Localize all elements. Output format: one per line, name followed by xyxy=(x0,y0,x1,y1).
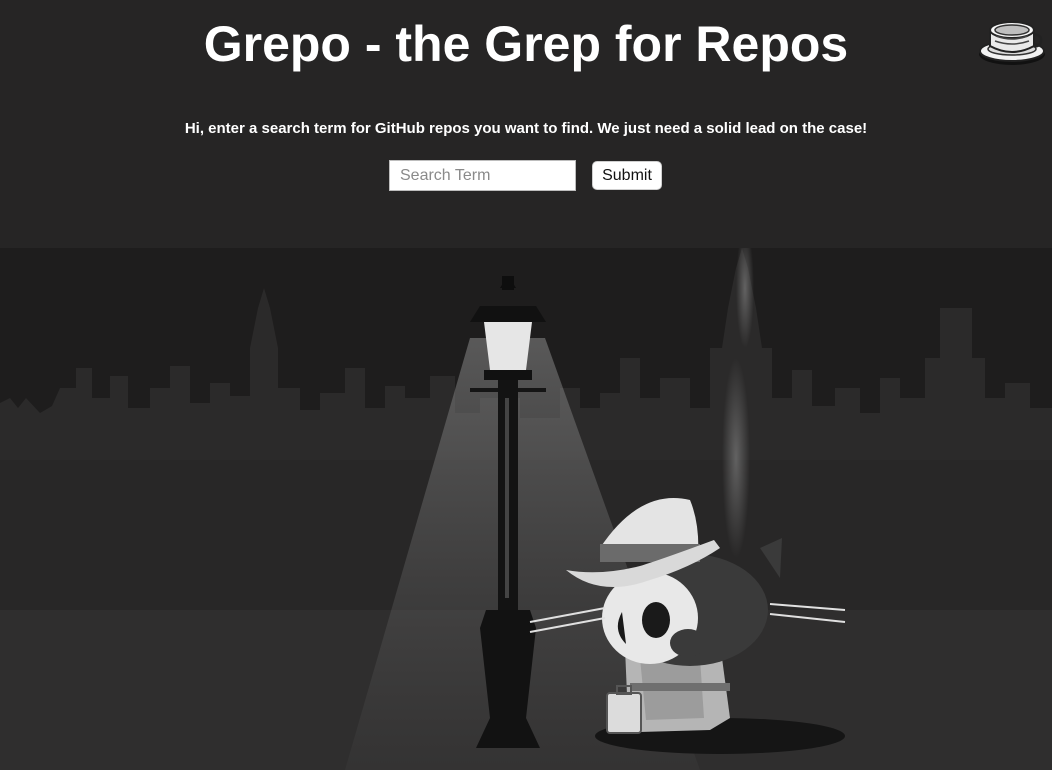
detective-octocat-illustration xyxy=(0,248,1052,770)
header: Grepo - the Grep for Repos Hi, enter a s… xyxy=(0,0,1052,248)
submit-button[interactable]: Submit xyxy=(592,161,662,190)
coffee-cup-icon[interactable] xyxy=(978,16,1046,68)
grepo-page: Grepo - the Grep for Repos Hi, enter a s… xyxy=(0,0,1052,770)
page-title: Grepo - the Grep for Repos xyxy=(203,16,849,72)
search-form: Submit xyxy=(389,160,669,192)
search-input[interactable] xyxy=(389,160,576,191)
intro-text: Hi, enter a search term for GitHub repos… xyxy=(184,120,868,137)
